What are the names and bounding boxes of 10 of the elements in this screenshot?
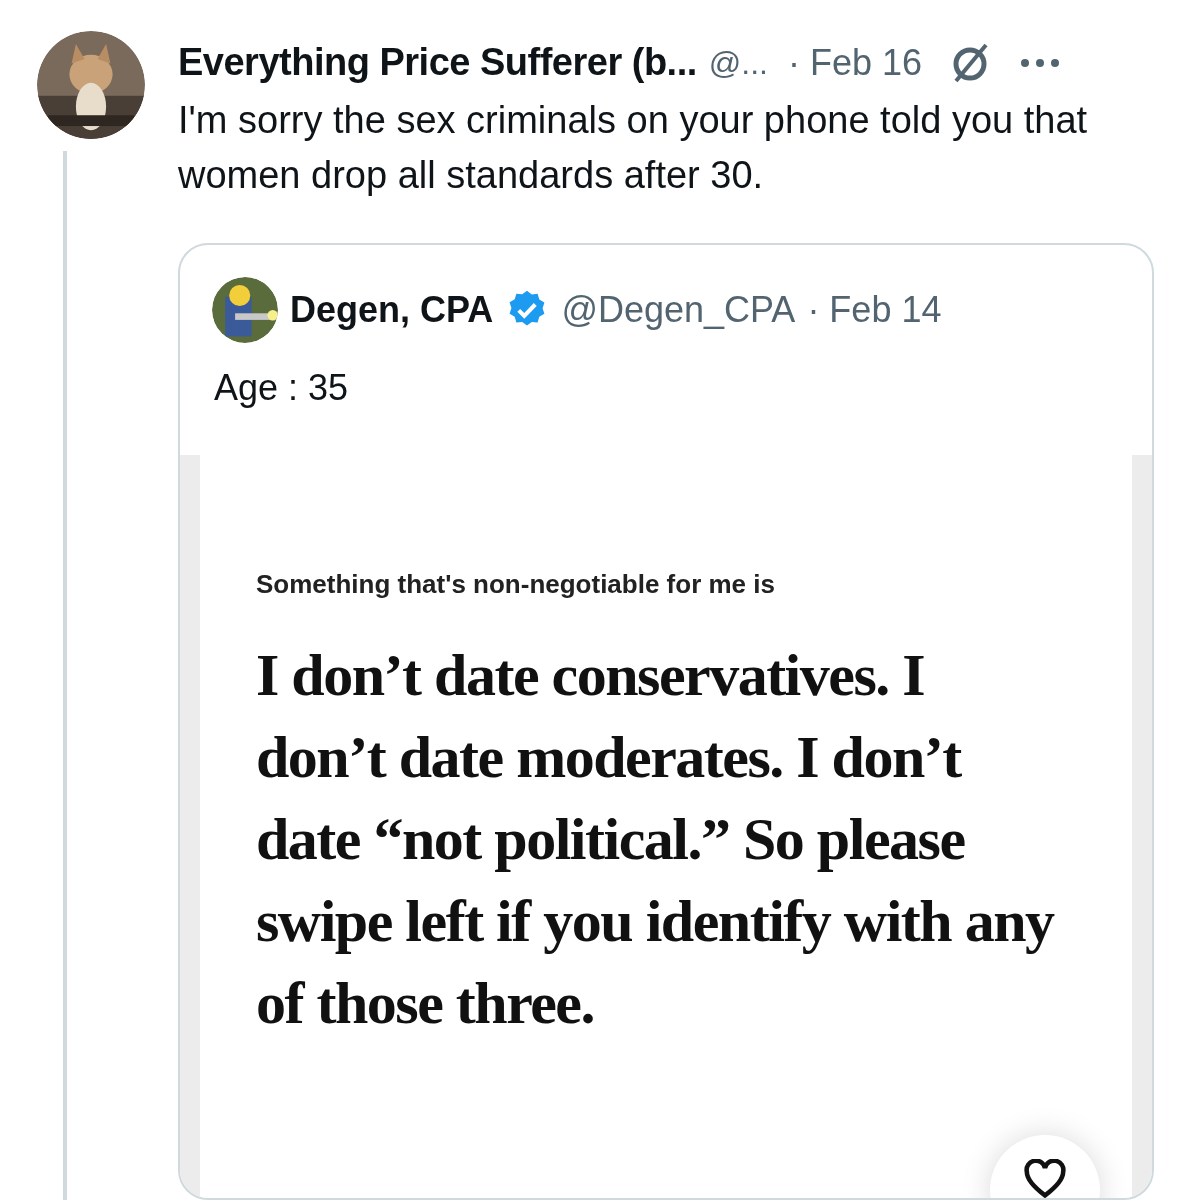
post-text: I'm sorry the sex criminals on your phone told you that women drop all standards after 30. bbox=[178, 98, 1089, 198]
quoted-author-name[interactable]: Degen, CPA bbox=[290, 283, 494, 337]
author-handle: @... bbox=[708, 43, 768, 83]
quoted-post-text: Age : 35 bbox=[213, 366, 350, 410]
post-date: · Feb 16 bbox=[787, 40, 922, 85]
prompt-answer: I don’t date conservatives. I don’t date moderates. I don’t date “not political.” So please swipe left if you identify with any of those three. bbox=[256, 641, 1056, 1038]
prompt-text: Something that's non-negotiable for me is bbox=[256, 568, 776, 601]
author-name[interactable]: Everything Price Sufferer (b... bbox=[178, 34, 697, 91]
quoted-author-handle: @Degen_CPA bbox=[561, 288, 796, 332]
quoted-post-date: · Feb 14 bbox=[807, 288, 942, 332]
